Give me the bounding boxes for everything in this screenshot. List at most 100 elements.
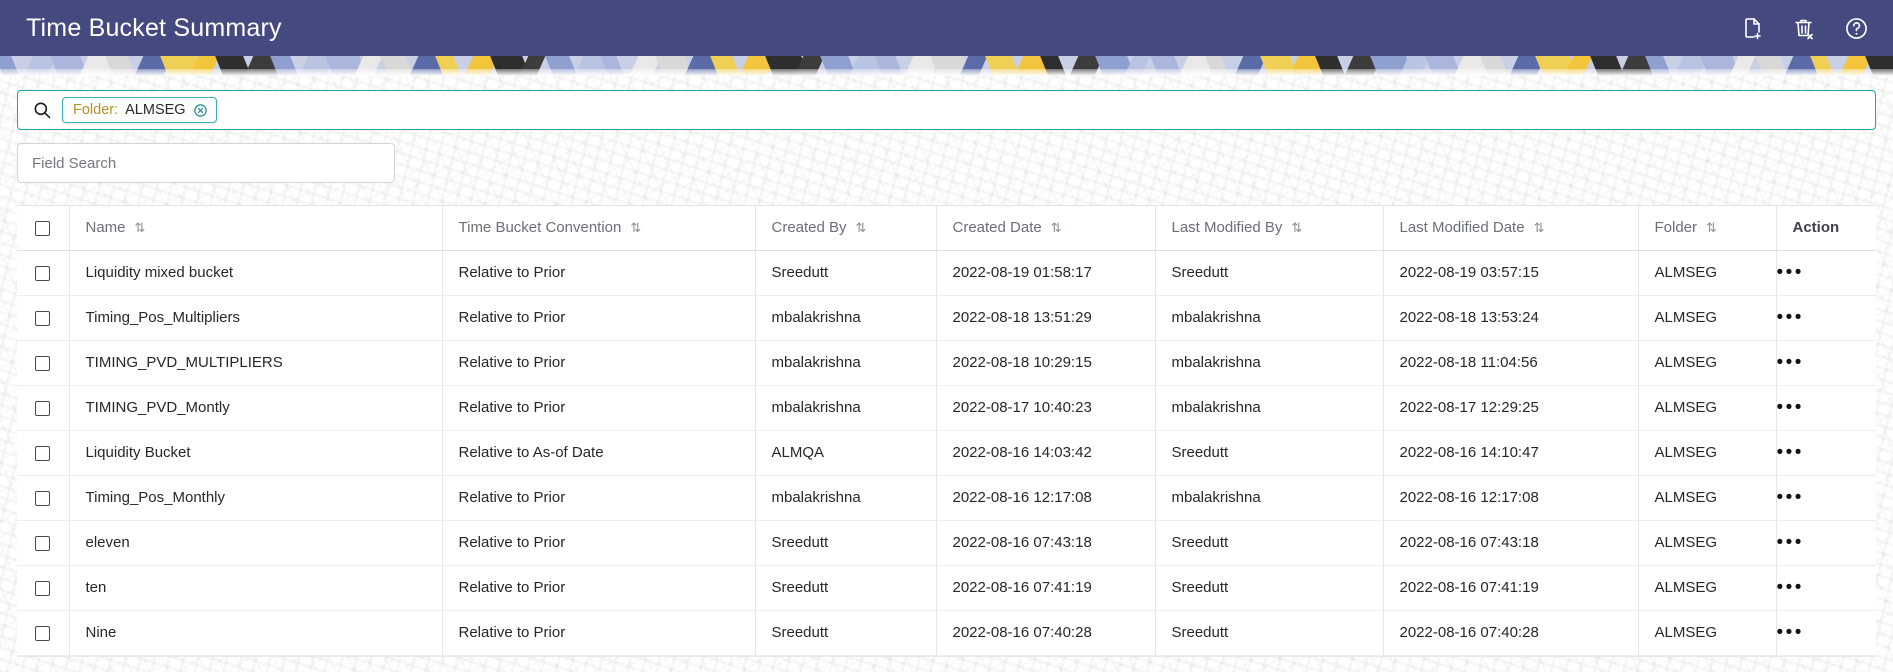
cell-time-bucket-convention: Relative to Prior <box>442 520 756 566</box>
cell-name: TIMING_PVD_Montly <box>69 385 443 431</box>
row-action-cell: ••• <box>1776 295 1876 341</box>
column-header-created-by[interactable]: Created By ⇅ <box>755 206 937 251</box>
more-options-icon[interactable]: ••• <box>1777 398 1804 417</box>
column-header-last-modified-by[interactable]: Last Modified By ⇅ <box>1155 206 1384 251</box>
pattern-stripe <box>541 56 583 76</box>
more-options-icon[interactable]: ••• <box>1777 623 1804 642</box>
time-bucket-table-container: Name ⇅ Time Bucket Convention ⇅ Created … <box>17 205 1876 657</box>
global-search-bar[interactable]: Folder: ALMSEG <box>17 90 1876 130</box>
table-row[interactable]: TIMING_PVD_MULTIPLIERS Relative to Prior m… <box>17 340 1876 386</box>
row-select-cell <box>17 340 70 386</box>
column-header-created-date[interactable]: Created Date ⇅ <box>936 206 1156 251</box>
column-header-folder[interactable]: Folder ⇅ <box>1638 206 1777 251</box>
row-checkbox[interactable] <box>35 310 51 326</box>
cell-created-date: 2022-08-18 10:29:15 <box>936 340 1156 386</box>
cell-last-modified-by: Sreedutt <box>1155 565 1384 611</box>
sort-icon[interactable]: ⇅ <box>630 221 641 234</box>
cell-folder: ALMSEG <box>1638 520 1777 566</box>
cell-last-modified-by: Sreedutt <box>1155 430 1384 476</box>
cell-folder: ALMSEG <box>1638 250 1777 296</box>
help-icon[interactable] <box>1843 15 1869 41</box>
column-label-last-modified-date: Last Modified Date <box>1399 219 1525 237</box>
column-header-action: Action <box>1776 206 1876 251</box>
row-select-cell <box>17 475 70 521</box>
cell-last-modified-date: 2022-08-17 12:29:25 <box>1383 385 1639 431</box>
filter-chip-value: ALMSEG <box>125 102 186 118</box>
row-checkbox[interactable] <box>35 490 51 506</box>
cell-created-by: mbalakrishna <box>755 475 937 521</box>
more-options-icon[interactable]: ••• <box>1777 488 1804 507</box>
table-row[interactable]: Nine Relative to Prior Sreedutt 2022-08-16 … <box>17 610 1876 656</box>
column-label-convention: Time Bucket Convention <box>458 219 622 237</box>
cell-created-date: 2022-08-16 14:03:42 <box>936 430 1156 476</box>
table-row[interactable]: Liquidity Bucket Relative to As-of Date AL… <box>17 430 1876 476</box>
table-row[interactable]: eleven Relative to Prior Sreedutt 2022-08-1… <box>17 520 1876 566</box>
row-checkbox[interactable] <box>35 400 51 416</box>
column-header-time-bucket-convention[interactable]: Time Bucket Convention ⇅ <box>442 206 756 251</box>
column-label-last-modified-by: Last Modified By <box>1171 219 1283 237</box>
row-checkbox[interactable] <box>35 625 51 641</box>
sort-icon[interactable]: ⇅ <box>856 221 867 234</box>
cell-last-modified-date: 2022-08-16 14:10:47 <box>1383 430 1639 476</box>
search-section: Folder: ALMSEG <box>0 76 1893 130</box>
cell-folder: ALMSEG <box>1638 385 1777 431</box>
cell-last-modified-by: mbalakrishna <box>1155 385 1384 431</box>
cell-time-bucket-convention: Relative to Prior <box>442 340 756 386</box>
more-options-icon[interactable]: ••• <box>1777 263 1804 282</box>
row-select-cell <box>17 520 70 566</box>
cell-name: ten <box>69 565 443 611</box>
row-select-cell <box>17 430 70 476</box>
close-icon[interactable] <box>193 103 208 118</box>
filter-chip-folder[interactable]: Folder: ALMSEG <box>62 97 217 123</box>
column-header-name[interactable]: Name ⇅ <box>69 206 443 251</box>
cell-created-by: Sreedutt <box>755 565 937 611</box>
row-action-cell: ••• <box>1776 250 1876 296</box>
cell-last-modified-by: Sreedutt <box>1155 610 1384 656</box>
more-options-icon[interactable]: ••• <box>1777 533 1804 552</box>
select-all-checkbox[interactable] <box>35 220 51 236</box>
table-row[interactable]: Liquidity mixed bucket Relative to Prior S… <box>17 250 1876 296</box>
add-document-icon[interactable] <box>1739 15 1765 41</box>
sort-icon[interactable]: ⇅ <box>1051 221 1062 234</box>
sort-icon[interactable]: ⇅ <box>1534 221 1545 234</box>
cell-created-by: Sreedutt <box>755 250 937 296</box>
column-header-last-modified-date[interactable]: Last Modified Date ⇅ <box>1383 206 1639 251</box>
cell-last-modified-date: 2022-08-18 13:53:24 <box>1383 295 1639 341</box>
column-label-created-date: Created Date <box>952 219 1042 237</box>
cell-created-by: Sreedutt <box>755 520 937 566</box>
sort-icon[interactable]: ⇅ <box>135 221 146 234</box>
table-row[interactable]: Timing_Pos_Multipliers Relative to Prior m… <box>17 295 1876 341</box>
pattern-stripe <box>1146 56 1188 76</box>
more-options-icon[interactable]: ••• <box>1777 443 1804 462</box>
row-checkbox[interactable] <box>35 355 51 371</box>
row-action-cell: ••• <box>1776 475 1876 521</box>
field-search-input[interactable] <box>17 143 395 183</box>
row-checkbox[interactable] <box>35 445 51 461</box>
cell-created-date: 2022-08-16 12:17:08 <box>936 475 1156 521</box>
cell-folder: ALMSEG <box>1638 340 1777 386</box>
pattern-stripe <box>0 56 25 76</box>
delete-icon[interactable] <box>1791 15 1817 41</box>
row-select-cell <box>17 565 70 611</box>
row-checkbox[interactable] <box>35 535 51 551</box>
table-row[interactable]: Timing_Pos_Monthly Relative to Prior mbala… <box>17 475 1876 521</box>
table-row[interactable]: TIMING_PVD_Montly Relative to Prior mbalak… <box>17 385 1876 431</box>
row-select-cell <box>17 610 70 656</box>
cell-time-bucket-convention: Relative to Prior <box>442 250 756 296</box>
cell-last-modified-date: 2022-08-16 07:43:18 <box>1383 520 1639 566</box>
more-options-icon[interactable]: ••• <box>1777 578 1804 597</box>
sort-icon[interactable]: ⇅ <box>1291 221 1302 234</box>
more-options-icon[interactable]: ••• <box>1777 308 1804 327</box>
table-body: Liquidity mixed bucket Relative to Prior S… <box>17 250 1876 656</box>
sort-icon[interactable]: ⇅ <box>1706 221 1717 234</box>
header-actions <box>1739 15 1869 41</box>
row-checkbox[interactable] <box>35 265 51 281</box>
cell-time-bucket-convention: Relative to Prior <box>442 295 756 341</box>
row-checkbox[interactable] <box>35 580 51 596</box>
cell-name: Timing_Pos_Multipliers <box>69 295 443 341</box>
cell-name: TIMING_PVD_MULTIPLIERS <box>69 340 443 386</box>
cell-last-modified-by: Sreedutt <box>1155 250 1384 296</box>
table-row[interactable]: ten Relative to Prior Sreedutt 2022-08-16 0… <box>17 565 1876 611</box>
table-header: Name ⇅ Time Bucket Convention ⇅ Created … <box>17 206 1876 251</box>
more-options-icon[interactable]: ••• <box>1777 353 1804 372</box>
